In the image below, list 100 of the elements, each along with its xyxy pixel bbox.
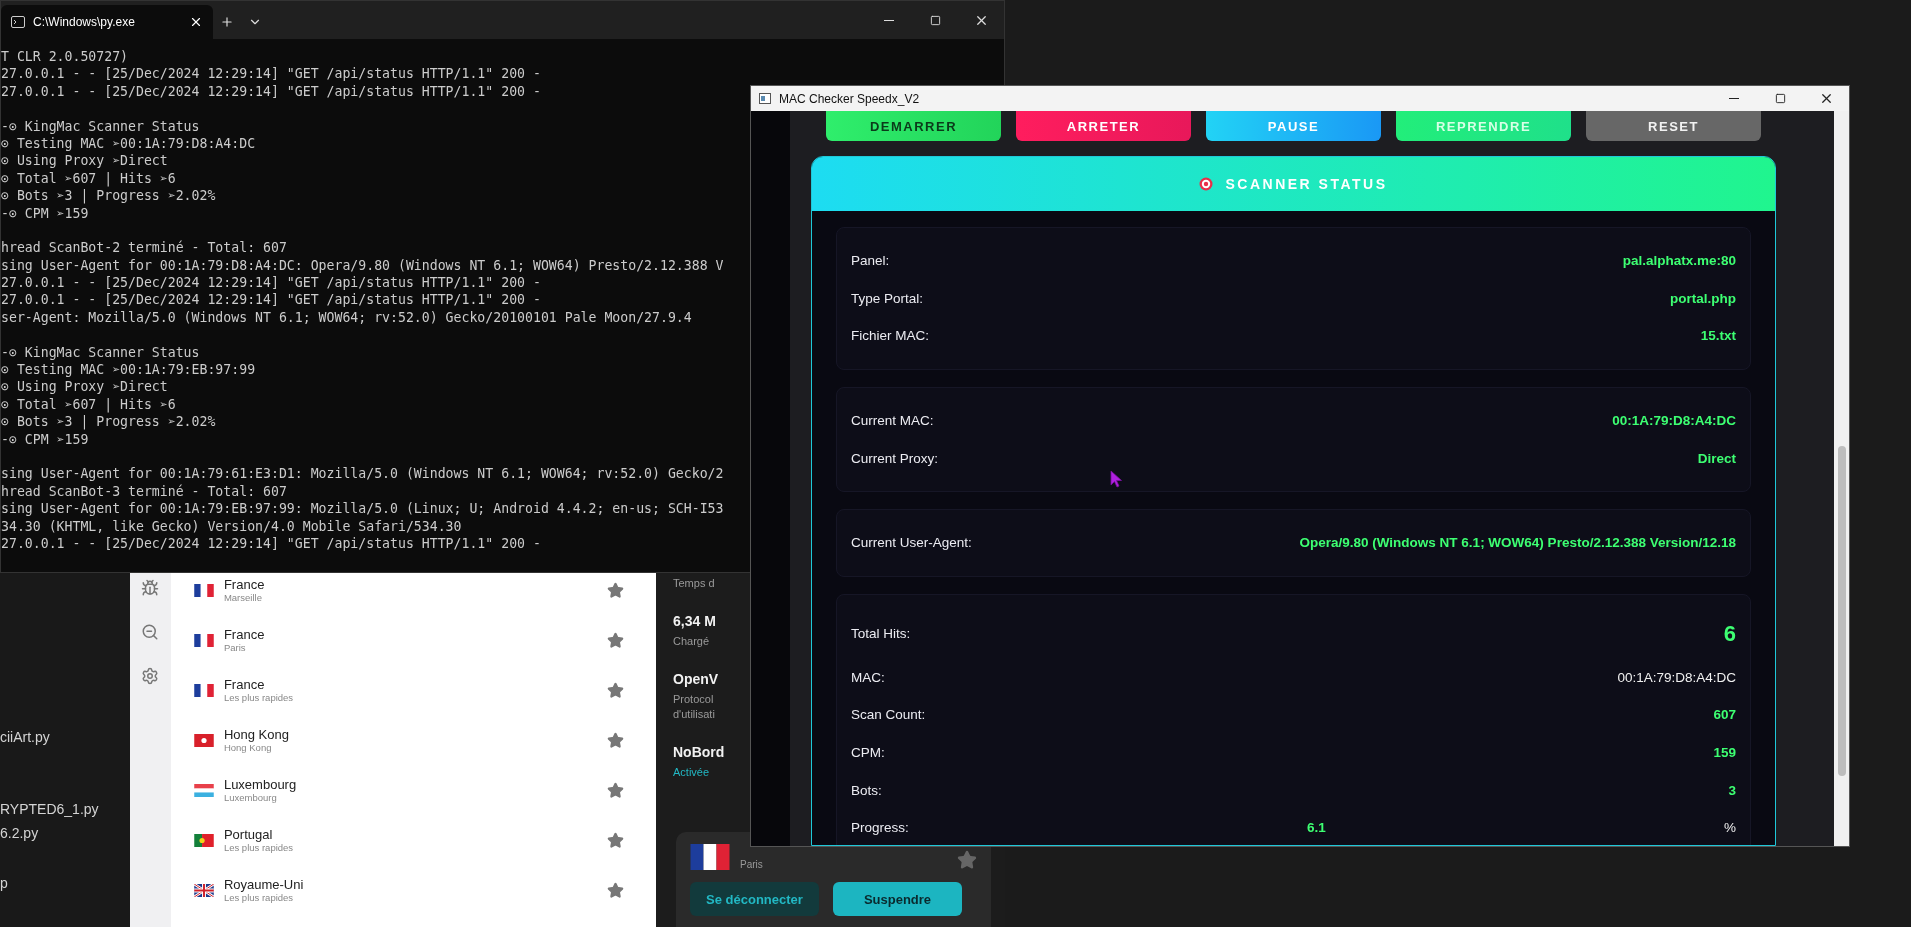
tab-title: C:\Windows\py.exe [33,15,136,29]
status-label: Panel: [851,253,890,269]
star-icon[interactable] [607,731,624,749]
status-value: 6.1 [1307,820,1326,836]
terminal-tab[interactable]: C:\Windows\py.exe [1,5,213,39]
start-button[interactable]: DEMARRER [826,111,1001,141]
zoom-out-icon[interactable] [141,623,160,641]
status-value: 3 [1728,782,1736,798]
console-line: 27.0.0.1 - - [25/Dec/2024 12:29:14] "GET /api/status HTTP/1.1" 200 - [1,274,541,292]
country-name[interactable]: France [223,627,265,642]
console-line: 27.0.0.1 - - [25/Dec/2024 12:29:14] "GET /api/status HTTP/1.1" 200 - [1,291,541,309]
country-name[interactable]: Royaume-Uni [223,877,304,892]
status-value: 15.txt [1700,328,1736,344]
info-title: 6,34 M [673,613,716,629]
info-caption: d'utilisati [673,707,715,722]
target-icon [1199,177,1214,191]
console-line: -⊙ KingMac Scanner Status [1,343,200,362]
app-icon [759,93,771,104]
status-label: MAC: [851,669,885,685]
star-icon[interactable] [607,881,624,899]
flag-icon [193,833,214,847]
country-name[interactable]: Hong Kong [223,727,289,742]
console-line: -⊙ CPM ➢159 [1,204,89,222]
status-label: Total Hits: [851,626,911,642]
console-line: T CLR 2.0.50727) [1,48,129,66]
status-label: Bots: [851,782,882,798]
status-label: CPM: [851,745,885,761]
file-name[interactable]: RYPTED6_1.py [0,799,99,819]
country-name[interactable]: Luxembourg [223,777,297,792]
info-title: NoBord [673,744,725,760]
console-line: -⊙ CPM ➢159 [1,430,89,448]
server-location: Paris [223,642,246,653]
disconnect-button[interactable]: Se déconnecter [690,882,819,916]
flag-icon [193,883,214,897]
server-location: Luxembourg [223,792,277,803]
star-icon[interactable] [607,831,624,849]
status-label: Current User-Agent: [851,535,972,551]
console-line: sing User-Agent for 00:1A:79:61:E3:D1: Mozilla/5.0 (Windows NT 6.1; WOW64; rv:52.0) Gecko/2 [1,465,724,483]
flag-icon [193,633,214,647]
status-value: 607 [1713,707,1736,723]
terminal-icon [11,16,25,28]
console-line: ⊙ Using Proxy ➢Direct [1,378,168,396]
console-line: ⊙ Bots ➢3 | Progress ➢2.02% [1,187,216,205]
console-line: ⊙ Testing MAC ➢00:1A:79:EB:97:99 [1,361,256,379]
window-title: MAC Checker Speedx_V2 [779,91,920,106]
star-icon[interactable] [607,681,624,699]
star-icon[interactable] [607,581,624,599]
star-icon[interactable] [607,781,624,799]
status-label: Scan Count: [851,707,926,723]
bug-icon[interactable] [141,579,160,597]
console-line: sing User-Agent for 00:1A:79:EB:97:99: Mozilla/5.0 (Linux; U; Android 4.4.2; en-us; SCH-I53 [1,500,724,518]
status-value: portal.php [1670,290,1736,306]
card-title: SCANNER STATUS [1225,176,1388,192]
console-line: ⊙ Total ➢607 | Hits ➢6 [1,395,176,414]
info-caption: Protocol [673,692,714,707]
status-value: Direct [1697,450,1736,466]
cursor-icon [1110,470,1123,488]
status-value: Opera/9.80 (Windows NT 6.1; WOW64) Presto/2.12.388 Version/12.18 [1299,535,1736,551]
console-line: ⊙ Total ➢607 | Hits ➢6 [1,169,176,188]
scrollbar[interactable] [1834,111,1849,846]
suspend-button[interactable]: Suspendre [833,882,962,916]
file-name[interactable]: p [0,873,8,893]
server-location: Les plus rapides [223,892,294,903]
status-value: 00:1A:79:D8:A4:DC [1617,669,1736,685]
console-line: 34.30 (KHTML, like Gecko) Version/4.0 Mobile Safari/534.30 [1,517,462,535]
star-icon[interactable] [607,631,624,649]
flag-icon [690,844,730,870]
info-title: OpenV [673,671,719,687]
close-icon[interactable] [189,15,203,29]
server-location: Marseille [223,592,262,603]
minimize-icon [884,19,894,21]
flag-icon [193,583,214,597]
console-line: ser-Agent: Mozilla/5.0 (Windows NT 6.1; WOW64; rv:52.0) Gecko/20100101 Pale Moon/27.9.4 [1,308,692,327]
status-label: Current Proxy: [851,450,939,466]
file-name[interactable]: ciiArt.py [0,727,50,747]
country-name[interactable]: France [223,677,265,692]
console-line: 27.0.0.1 - - [25/Dec/2024 12:29:14] "GET /api/status HTTP/1.1" 200 - [1,65,541,83]
settings-icon[interactable] [141,667,160,685]
console-line: ⊙ Bots ➢3 | Progress ➢2.02% [1,413,216,431]
console-line: 27.0.0.1 - - [25/Dec/2024 12:29:14] "GET /api/status HTTP/1.1" 200 - [1,82,541,101]
file-name[interactable]: 6.2.py [0,823,39,843]
status-value: pal.alphatx.me:80 [1622,253,1736,269]
minimize-icon [1729,98,1739,99]
console-line: hread ScanBot-2 terminé - Total: 607 [1,239,287,257]
flag-icon [193,783,214,797]
stop-button[interactable]: ARRETER [1016,111,1191,141]
country-name[interactable]: France [223,577,265,592]
status-label: Current MAC: [851,413,934,429]
unit-text: % [1723,820,1736,836]
country-name[interactable]: Portugal [223,827,273,842]
star-icon[interactable] [957,850,977,870]
flag-icon [193,733,214,747]
console-line: -⊙ KingMac Scanner Status [1,117,200,135]
plus-icon [220,15,234,29]
reset-button[interactable]: RESET [1586,111,1761,141]
console-line: ⊙ Testing MAC ➢00:1A:79:D8:A4:DC [1,134,256,153]
server-location: Hong Kong [223,742,272,753]
status-value: 6 [1723,620,1736,647]
status-text: Activée [673,765,710,780]
status-label: Type Portal: [851,290,924,306]
